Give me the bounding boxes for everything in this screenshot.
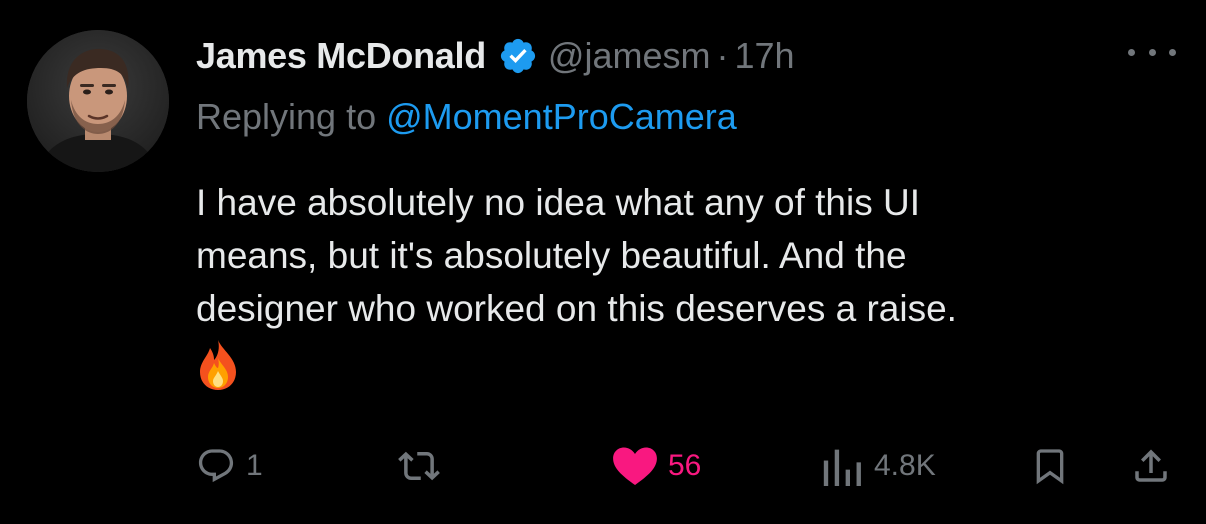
more-dot bbox=[1148, 48, 1156, 56]
tweet-text-line: I have absolutely no idea what any of th… bbox=[196, 182, 920, 223]
display-name[interactable]: James McDonald bbox=[196, 35, 486, 77]
reply-count: 1 bbox=[246, 449, 263, 482]
tweet-text-line: designer who worked on this deserves a r… bbox=[196, 288, 957, 329]
tweet-text: I have absolutely no idea what any of th… bbox=[196, 176, 1186, 395]
heart-icon bbox=[612, 446, 658, 486]
bookmark-button[interactable] bbox=[1030, 436, 1070, 496]
like-button[interactable]: 56 bbox=[612, 436, 701, 496]
fire-emoji bbox=[196, 338, 240, 392]
author-handle[interactable]: @jamesm bbox=[548, 35, 711, 77]
tweet[interactable]: James McDonald @jamesm · 17h Replying to… bbox=[0, 0, 1206, 524]
avatar[interactable] bbox=[27, 30, 169, 172]
retweet-button[interactable] bbox=[398, 436, 440, 496]
replying-to-label: Replying to bbox=[196, 96, 387, 137]
views-count: 4.8K bbox=[874, 449, 936, 482]
action-bar: 1 56 4.8K bbox=[0, 436, 1206, 496]
more-dot bbox=[1169, 48, 1176, 56]
like-count: 56 bbox=[668, 449, 702, 482]
views-button[interactable]: 4.8K bbox=[820, 436, 936, 496]
more-options-icon[interactable] bbox=[1128, 40, 1176, 64]
share-button[interactable] bbox=[1130, 436, 1172, 496]
verified-badge-icon[interactable] bbox=[498, 36, 538, 76]
reply-icon bbox=[196, 446, 236, 486]
separator-dot: · bbox=[716, 35, 729, 76]
timestamp[interactable]: 17h bbox=[734, 35, 794, 77]
views-icon bbox=[820, 446, 864, 486]
bookmark-icon bbox=[1030, 444, 1070, 488]
retweet-icon bbox=[398, 445, 440, 487]
reply-target-link[interactable]: @MomentProCamera bbox=[386, 96, 737, 137]
replying-to: Replying to @MomentProCamera bbox=[196, 96, 737, 138]
more-dot bbox=[1128, 48, 1135, 56]
reply-button[interactable]: 1 bbox=[196, 436, 263, 496]
tweet-header: James McDonald @jamesm · 17h bbox=[196, 30, 795, 82]
share-icon bbox=[1130, 444, 1172, 488]
tweet-text-line: means, but it's absolutely beautiful. An… bbox=[196, 235, 907, 276]
